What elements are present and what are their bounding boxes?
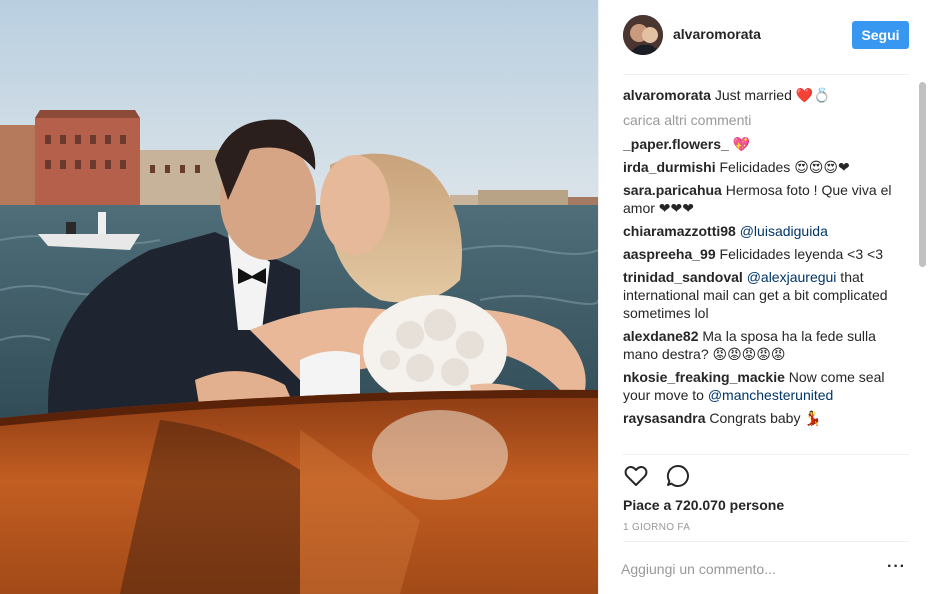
speech-bubble-icon[interactable] — [665, 463, 691, 491]
wedding-photo-illustration — [0, 0, 598, 594]
list-item: raysasandra Congrats baby 💃 — [623, 409, 909, 427]
comment-text: Congrats baby 💃 — [709, 410, 822, 426]
heart-outline-icon[interactable] — [623, 463, 649, 491]
comment-username[interactable]: _paper.flowers_ — [623, 136, 729, 152]
comment-username[interactable]: raysasandra — [623, 410, 706, 426]
add-comment-input[interactable] — [621, 556, 871, 582]
post-photo[interactable] — [0, 0, 598, 594]
list-item: _paper.flowers_ 💖 — [623, 135, 909, 153]
list-item: sara.paricahua Hermosa foto ! Que viva e… — [623, 181, 909, 217]
comments-list: alvaromorata Just married ❤️💍 carica alt… — [623, 86, 909, 452]
caption: alvaromorata Just married ❤️💍 — [623, 86, 909, 104]
load-more-comments-link[interactable]: carica altri commenti — [623, 111, 909, 129]
comment-username[interactable]: nkosie_freaking_mackie — [623, 369, 785, 385]
follow-button[interactable]: Segui — [852, 21, 909, 49]
list-item: irda_durmishi Felicidades 😍😍😍❤ — [623, 158, 909, 176]
comment-mention[interactable]: @luisadiguida — [740, 223, 828, 239]
header-divider — [623, 74, 909, 75]
actions-divider — [623, 454, 909, 455]
comment-username[interactable]: sara.paricahua — [623, 182, 722, 198]
comment-text: Felicidades leyenda <3 <3 — [719, 246, 883, 262]
comments-scrollbar[interactable] — [919, 82, 926, 452]
list-item: nkosie_freaking_mackie Now come seal you… — [623, 368, 909, 404]
comment-box-divider — [623, 541, 909, 542]
list-item: trinidad_sandoval @alexjauregui that int… — [623, 268, 909, 322]
comment-username[interactable]: chiaramazzotti98 — [623, 223, 736, 239]
list-item: alexdane82 Ma la sposa ha la fede sulla … — [623, 327, 909, 363]
comment-username[interactable]: irda_durmishi — [623, 159, 716, 175]
comment-mention[interactable]: @manchesterunited — [708, 387, 834, 403]
ellipsis-icon[interactable]: ··· — [887, 558, 906, 576]
comment-username[interactable]: alexdane82 — [623, 328, 699, 344]
caption-username[interactable]: alvaromorata — [623, 87, 711, 103]
instagram-post-modal: alvaromorata Segui alvaromorata Just mar… — [0, 0, 929, 594]
comment-mention[interactable]: @alexjauregui — [747, 269, 837, 285]
comment-username[interactable]: trinidad_sandoval — [623, 269, 743, 285]
avatar-image — [623, 15, 663, 55]
avatar[interactable] — [623, 15, 663, 55]
post-sidebar: alvaromorata Segui alvaromorata Just mar… — [598, 0, 929, 594]
likes-count[interactable]: Piace a 720.070 persone — [623, 497, 784, 513]
header-username[interactable]: alvaromorata — [673, 26, 761, 42]
comment-text: 💖 — [732, 136, 751, 152]
post-timestamp[interactable]: 1 GIORNO FA — [623, 522, 690, 533]
list-item: aaspreeha_99 Felicidades leyenda <3 <3 — [623, 245, 909, 263]
comment-text: Felicidades 😍😍😍❤ — [719, 159, 850, 175]
comment-username[interactable]: aaspreeha_99 — [623, 246, 716, 262]
caption-text: Just married ❤️💍 — [714, 87, 831, 103]
list-item: chiaramazzotti98 @luisadiguida — [623, 222, 909, 240]
action-bar — [623, 463, 691, 491]
scrollbar-thumb[interactable] — [919, 82, 926, 267]
post-header: alvaromorata Segui — [599, 0, 929, 74]
